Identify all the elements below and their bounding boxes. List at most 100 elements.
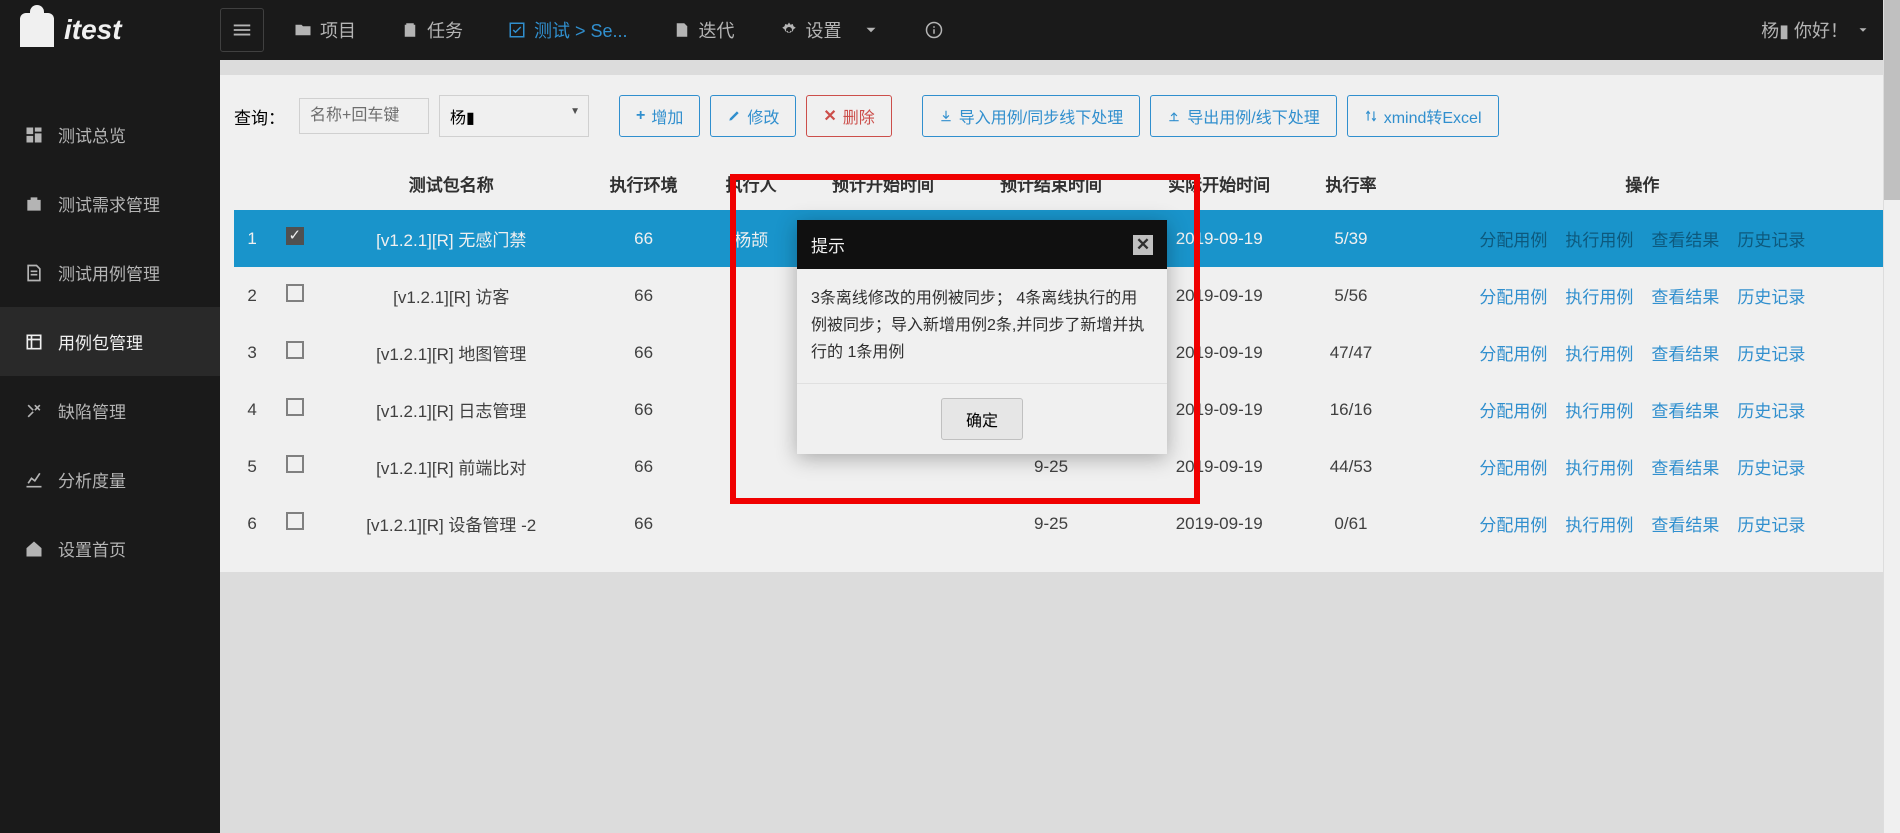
op-exec[interactable]: 执行用例 [1565, 511, 1633, 536]
op-history[interactable]: 历史记录 [1737, 226, 1805, 251]
op-result[interactable]: 查看结果 [1651, 226, 1719, 251]
cell-name: [v1.2.1][R] 设备管理 -2 [319, 495, 584, 552]
cell-env: 66 [584, 438, 704, 495]
nav-settings[interactable]: 设置 [780, 17, 842, 43]
search-input[interactable] [299, 98, 429, 134]
op-history[interactable]: 历史记录 [1737, 397, 1805, 422]
op-exec[interactable]: 执行用例 [1565, 226, 1633, 251]
logo[interactable]: itest [0, 13, 220, 47]
col-rate: 执行率 [1303, 157, 1398, 210]
dialog-close-button[interactable]: ✕ [1133, 235, 1153, 255]
op-exec[interactable]: 执行用例 [1565, 283, 1633, 308]
sidebar-item-defects[interactable]: 缺陷管理 [0, 376, 220, 445]
cell-rate: 5/39 [1303, 210, 1398, 267]
row-index: 1 [234, 210, 270, 267]
import-button[interactable]: 导入用例/同步线下处理 [922, 95, 1140, 137]
op-assign[interactable]: 分配用例 [1479, 283, 1547, 308]
user-greeting[interactable]: 杨▮ 你好！ [1761, 17, 1900, 43]
nav-test[interactable]: 测试 > Se... [508, 17, 628, 43]
chevron-down-icon [1856, 23, 1870, 37]
package-icon [24, 332, 44, 352]
scrollbar-thumb[interactable] [1884, 0, 1900, 200]
export-button[interactable]: 导出用例/线下处理 [1150, 95, 1336, 137]
row-checkbox[interactable] [286, 512, 304, 530]
table-row[interactable]: 6[v1.2.1][R] 设备管理 -2669-252019-09-190/61… [234, 495, 1886, 552]
cell-name: [v1.2.1][R] 地图管理 [319, 324, 584, 381]
nav-settings-dropdown[interactable] [862, 21, 880, 39]
gear-icon [780, 21, 798, 39]
upload-icon [1167, 109, 1181, 123]
row-checkbox[interactable] [286, 341, 304, 359]
cell-name: [v1.2.1][R] 访客 [319, 267, 584, 324]
home-icon [24, 539, 44, 559]
row-index: 3 [234, 324, 270, 381]
table-header-row: 测试包名称 执行环境 执行人 预计开始时间 预计结束时间 实际开始时间 执行率 … [234, 157, 1886, 210]
cell-executor [703, 381, 798, 438]
nav-info[interactable] [925, 21, 943, 39]
edit-button[interactable]: 修改 [710, 95, 796, 137]
chart-icon [24, 470, 44, 490]
sidebar-item-analysis[interactable]: 分析度量 [0, 445, 220, 514]
dialog-title: 提示 [811, 232, 845, 257]
row-checkbox[interactable] [286, 227, 304, 245]
op-history[interactable]: 历史记录 [1737, 511, 1805, 536]
dialog-ok-button[interactable]: 确定 [941, 398, 1023, 440]
op-assign[interactable]: 分配用例 [1479, 226, 1547, 251]
dialog-body: 3条离线修改的用例被同步； 4条离线执行的用例被同步；导入新增用例2条,并同步了… [797, 269, 1167, 383]
op-result[interactable]: 查看结果 [1651, 511, 1719, 536]
row-checkbox[interactable] [286, 398, 304, 416]
check-square-icon [508, 21, 526, 39]
hamburger-icon [231, 19, 253, 41]
toolbar: 查询： 杨▮ +增加 修改 ✕删除 导入用例/同步线下处理 导出用例/线下处理 … [234, 95, 1886, 137]
col-ops: 操作 [1399, 157, 1886, 210]
sidebar-item-requirements[interactable]: 测试需求管理 [0, 169, 220, 238]
cell-executor [703, 495, 798, 552]
col-plan-start: 预计开始时间 [799, 157, 967, 210]
download-icon [939, 109, 953, 123]
row-checkbox[interactable] [286, 455, 304, 473]
cell-name: [v1.2.1][R] 日志管理 [319, 381, 584, 438]
op-exec[interactable]: 执行用例 [1565, 397, 1633, 422]
sidebar-item-packages[interactable]: 用例包管理 [0, 307, 220, 376]
cell-rate: 47/47 [1303, 324, 1398, 381]
sidebar-item-cases[interactable]: 测试用例管理 [0, 238, 220, 307]
cell-env: 66 [584, 267, 704, 324]
op-result[interactable]: 查看结果 [1651, 454, 1719, 479]
op-assign[interactable]: 分配用例 [1479, 511, 1547, 536]
cell-env: 66 [584, 324, 704, 381]
nav-task[interactable]: 任务 [401, 17, 463, 43]
add-button[interactable]: +增加 [619, 95, 700, 137]
op-result[interactable]: 查看结果 [1651, 397, 1719, 422]
col-executor: 执行人 [703, 157, 798, 210]
op-assign[interactable]: 分配用例 [1479, 397, 1547, 422]
op-result[interactable]: 查看结果 [1651, 340, 1719, 365]
vertical-scrollbar[interactable] [1883, 0, 1900, 833]
cell-env: 66 [584, 210, 704, 267]
user-select[interactable]: 杨▮ [439, 95, 589, 137]
op-exec[interactable]: 执行用例 [1565, 454, 1633, 479]
op-exec[interactable]: 执行用例 [1565, 340, 1633, 365]
nav-project[interactable]: 项目 [294, 17, 356, 43]
swap-icon [1364, 109, 1378, 123]
op-history[interactable]: 历史记录 [1737, 340, 1805, 365]
nav-iteration[interactable]: 迭代 [673, 17, 735, 43]
sidebar-item-overview[interactable]: 测试总览 [0, 100, 220, 169]
cell-actual-start: 2019-09-19 [1135, 495, 1303, 552]
clipboard-icon [401, 21, 419, 39]
dialog-header: 提示 ✕ [797, 220, 1167, 269]
op-history[interactable]: 历史记录 [1737, 283, 1805, 308]
col-actual-start: 实际开始时间 [1135, 157, 1303, 210]
pencil-icon [727, 109, 741, 123]
folder-icon [294, 21, 312, 39]
menu-toggle-button[interactable] [220, 8, 264, 52]
info-icon [925, 21, 943, 39]
delete-button[interactable]: ✕删除 [806, 95, 891, 137]
op-result[interactable]: 查看结果 [1651, 283, 1719, 308]
op-history[interactable]: 历史记录 [1737, 454, 1805, 479]
xmind-button[interactable]: xmind转Excel [1347, 95, 1499, 137]
row-checkbox[interactable] [286, 284, 304, 302]
op-assign[interactable]: 分配用例 [1479, 340, 1547, 365]
tools-icon [24, 401, 44, 421]
op-assign[interactable]: 分配用例 [1479, 454, 1547, 479]
sidebar-item-home-settings[interactable]: 设置首页 [0, 514, 220, 583]
